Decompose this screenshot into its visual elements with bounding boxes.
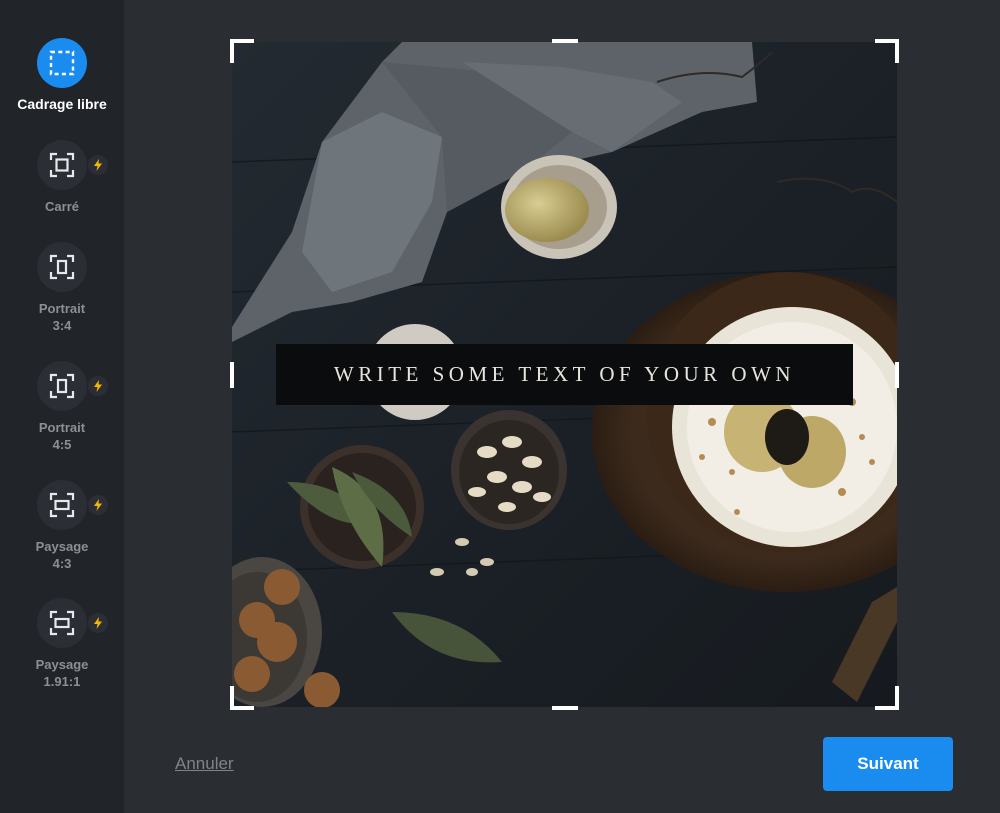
- ratio-button-square[interactable]: [37, 140, 87, 190]
- free-crop-icon: [49, 50, 75, 76]
- crop-handle-left[interactable]: [230, 362, 234, 388]
- square-crop-icon: [49, 152, 75, 178]
- overlay-text: WRITE SOME TEXT OF YOUR OWN: [333, 362, 796, 386]
- landscape-crop-icon: [49, 492, 75, 518]
- ratio-option-portrait-3-4[interactable]: Portrait 3:4: [0, 242, 124, 334]
- crop-area[interactable]: WRITE SOME TEXT OF YOUR OWN: [232, 42, 897, 707]
- ratio-option-portrait-4-5[interactable]: Portrait 4:5: [0, 361, 124, 453]
- crop-handle-bottom[interactable]: [552, 706, 578, 710]
- ratio-label-landscape-1-91: Paysage 1.91:1: [35, 657, 89, 689]
- premium-bolt-icon: [88, 155, 108, 175]
- ratio-option-landscape-1-91[interactable]: Paysage 1.91:1: [0, 598, 124, 690]
- ratio-option-landscape-4-3[interactable]: Paysage 4:3: [0, 480, 124, 572]
- portrait-crop-icon: [49, 373, 75, 399]
- ratio-button-portrait-4-5[interactable]: [37, 361, 87, 411]
- ratio-button-landscape-4-3[interactable]: [37, 480, 87, 530]
- ratio-label-portrait-4-5: Portrait 4:5: [38, 420, 86, 452]
- portrait-crop-icon: [49, 254, 75, 280]
- next-button[interactable]: Suivant: [823, 737, 953, 791]
- cancel-link[interactable]: Annuler: [175, 754, 234, 774]
- premium-bolt-icon: [88, 376, 108, 396]
- text-overlay[interactable]: WRITE SOME TEXT OF YOUR OWN: [276, 344, 853, 405]
- ratio-label-square: Carré: [45, 199, 79, 214]
- ratio-option-free[interactable]: Cadrage libre: [0, 38, 124, 113]
- crop-handle-right[interactable]: [895, 362, 899, 388]
- premium-bolt-icon: [88, 495, 108, 515]
- ratio-label-free: Cadrage libre: [17, 96, 107, 112]
- ratio-button-landscape-1-91[interactable]: [37, 598, 87, 648]
- ratio-label-portrait-3-4: Portrait 3:4: [38, 301, 86, 333]
- premium-bolt-icon: [88, 613, 108, 633]
- landscape-crop-icon: [49, 610, 75, 636]
- crop-handle-top[interactable]: [552, 39, 578, 43]
- ratio-option-square[interactable]: Carré: [0, 140, 124, 215]
- ratio-button-free[interactable]: [37, 38, 87, 88]
- ratio-label-landscape-4-3: Paysage 4:3: [35, 539, 89, 571]
- crop-ratio-sidebar: Cadrage libre Carré Portrait 3:4 Portrai…: [0, 0, 124, 813]
- ratio-button-portrait-3-4[interactable]: [37, 242, 87, 292]
